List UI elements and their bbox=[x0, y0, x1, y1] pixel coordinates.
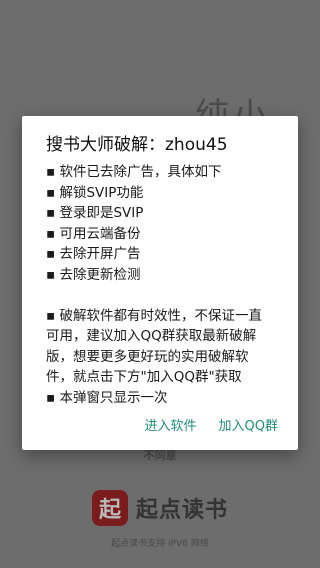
message-line: ▪ 去除更新检测 bbox=[46, 266, 141, 283]
crack-info-dialog: 搜书大师破解：zhou45 ▪ 软件已去除广告，具体如下 ▪ 解锁SVIP功能 … bbox=[22, 116, 298, 450]
message-line: 版，想要更多更好玩的实用破解软 bbox=[46, 348, 249, 365]
message-line: ▪ 可用云端备份 bbox=[46, 225, 141, 242]
ipv6-support-text: 起点读书支持 IPV6 网络 bbox=[111, 539, 209, 549]
message-line: 可用，建议加入QQ群获取最新破解 bbox=[46, 328, 257, 344]
brand-logo-icon: 起 bbox=[92, 490, 128, 526]
join-qq-group-button[interactable]: 加入QQ群 bbox=[219, 415, 278, 434]
message-line: ▪ 本弹窗只显示一次 bbox=[46, 389, 168, 406]
message-line: ▪ 去除开屏广告 bbox=[46, 246, 141, 262]
enter-app-button[interactable]: 进入软件 bbox=[145, 415, 197, 434]
brand: 起 起点读书 bbox=[92, 490, 228, 526]
dialog-title: 搜书大师破解：zhou45 bbox=[46, 135, 228, 155]
brand-name: 起点读书 bbox=[136, 498, 229, 523]
message-line: ▪ 破解软件都有时效性，不保证一直 bbox=[46, 307, 262, 324]
message-line: ▪ 登录即是SVIP bbox=[46, 205, 144, 221]
message-line: ▪ 软件已去除广告，具体如下 bbox=[46, 164, 222, 180]
message-line: ▪ 解锁SVIP功能 bbox=[46, 184, 144, 201]
message-line: 件，就点击下方"加入QQ群"获取 bbox=[46, 369, 242, 385]
dialog-message: ▪ 软件已去除广告，具体如下 ▪ 解锁SVIP功能 ▪ 登录即是SVIP ▪ 可… bbox=[46, 162, 298, 408]
dialog-actions: 进入软件 加入QQ群 bbox=[145, 415, 278, 434]
